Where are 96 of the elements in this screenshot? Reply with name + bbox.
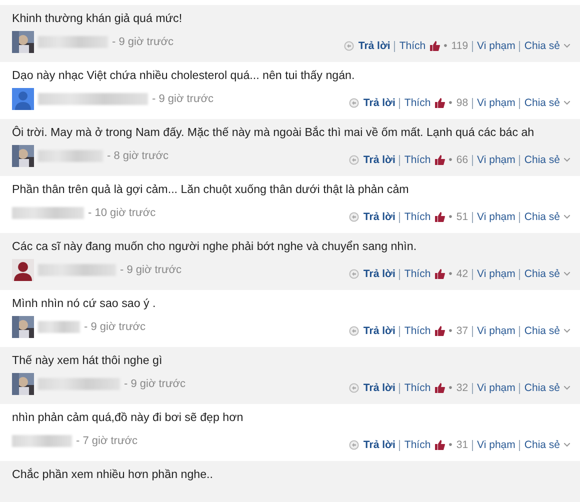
like-link[interactable]: Thích <box>404 325 431 337</box>
comment-text: nhìn phản cảm quá,đồ này đi bơi sẽ đẹp hơn <box>12 410 244 426</box>
comment-text: Dạo này nhạc Việt chứa nhiều cholesterol quá... nên tui thấy ngán. <box>12 68 355 84</box>
reply-link[interactable]: Trả lời <box>363 97 396 109</box>
reply-icon <box>349 269 360 279</box>
share-link[interactable]: Chia sẻ <box>524 40 560 52</box>
report-link[interactable]: Vi phạm <box>477 97 516 109</box>
chevron-down-icon <box>564 44 570 48</box>
comment-time: - 9 giờ trước <box>124 378 186 390</box>
blurred-name <box>38 321 80 333</box>
dot-separator: • <box>448 325 452 337</box>
comment-time: - 9 giờ trước <box>84 321 146 333</box>
like-link[interactable]: Thích <box>404 439 431 451</box>
like-count: 37 <box>456 325 468 337</box>
chevron-down-icon <box>564 215 570 219</box>
dot-separator: • <box>448 211 452 223</box>
comment-text: Ôi trời. May mà ở trong Nam đấy. Mặc thế này mà ngoài Bắc thì mai về ốm mất. Lạnh quá các bác ah <box>12 125 534 141</box>
like-count: 66 <box>456 154 468 166</box>
dot-separator: • <box>448 154 452 166</box>
reply-link[interactable]: Trả lời <box>363 268 396 280</box>
comment-text: Thế này xem hát thôi nghe gì <box>12 353 162 369</box>
reply-link[interactable]: Trả lời <box>363 382 396 394</box>
blurred-name <box>38 150 103 162</box>
like-link[interactable]: Thích <box>399 40 426 52</box>
share-link[interactable]: Chia sẻ <box>524 211 560 223</box>
dot-separator: • <box>448 97 452 109</box>
reply-icon <box>344 41 354 51</box>
share-link[interactable]: Chia sẻ <box>524 268 560 280</box>
chevron-down-icon <box>564 443 570 447</box>
thumbs-up-icon <box>434 98 445 108</box>
dot-separator: • <box>448 439 452 451</box>
thumbs-up-icon <box>430 41 440 51</box>
chevron-down-icon <box>564 329 570 333</box>
report-link[interactable]: Vi phạm <box>477 382 516 394</box>
share-link[interactable]: Chia sẻ <box>524 325 560 337</box>
dot-separator: • <box>448 268 452 280</box>
dot-separator: • <box>448 382 452 394</box>
like-link[interactable]: Thích <box>404 154 431 166</box>
report-link[interactable]: Vi phạm <box>477 211 516 223</box>
blurred-name <box>38 36 108 48</box>
thumbs-up-icon <box>434 440 445 450</box>
comment-time: - 7 giờ trước <box>76 435 138 447</box>
like-link[interactable]: Thích <box>404 211 431 223</box>
reply-icon <box>349 383 360 393</box>
comment-text: Mình nhìn nó cứ sao sao ý . <box>12 296 156 312</box>
comment-time: - 9 giờ trước <box>112 36 174 48</box>
reply-link[interactable]: Trả lời <box>363 325 396 337</box>
comment-text: Khinh thường khán giả quá mức! <box>12 11 182 27</box>
comment-time: - 9 giờ trước <box>120 264 182 276</box>
comment-time: - 8 giờ trước <box>107 150 169 162</box>
blurred-name <box>12 207 84 219</box>
reply-link[interactable]: Trả lời <box>358 40 390 52</box>
report-link[interactable]: Vi phạm <box>477 40 516 52</box>
blurred-name <box>12 435 72 447</box>
thumbs-up-icon <box>434 383 445 393</box>
reply-link[interactable]: Trả lời <box>363 154 396 166</box>
like-count: 51 <box>456 211 468 223</box>
like-count: 32 <box>456 382 468 394</box>
like-link[interactable]: Thích <box>404 268 431 280</box>
like-count: 31 <box>456 439 468 451</box>
comment-text: Chắc phần xem nhiều hơn phần nghe.. <box>12 467 213 483</box>
like-link[interactable]: Thích <box>404 97 431 109</box>
like-link[interactable]: Thích <box>404 382 431 394</box>
comment-time: - 10 giờ trước <box>88 207 156 219</box>
share-link[interactable]: Chia sẻ <box>524 154 560 166</box>
avatar-icon <box>12 88 34 110</box>
thumbs-up-icon <box>434 212 445 222</box>
reply-icon <box>349 212 360 222</box>
comment-text: Các ca sĩ này đang muốn cho người nghe phải bớt nghe và chuyển sang nhìn. <box>12 239 417 255</box>
avatar-icon <box>12 259 34 281</box>
reply-link[interactable]: Trả lời <box>363 211 396 223</box>
share-link[interactable]: Chia sẻ <box>524 97 560 109</box>
reply-icon <box>349 155 360 165</box>
report-link[interactable]: Vi phạm <box>477 325 516 337</box>
reply-icon <box>349 98 360 108</box>
report-link[interactable]: Vi phạm <box>477 439 516 451</box>
chevron-down-icon <box>564 158 570 162</box>
comment-text: Phần thân trên quả là gợi cảm... Lăn chuột xuống thân dưới thật là phản cảm <box>12 182 409 198</box>
chevron-down-icon <box>564 101 570 105</box>
thumbs-up-icon <box>434 269 445 279</box>
share-link[interactable]: Chia sẻ <box>524 382 560 394</box>
report-link[interactable]: Vi phạm <box>477 268 516 280</box>
reply-link[interactable]: Trả lời <box>363 439 396 451</box>
chevron-down-icon <box>564 272 570 276</box>
comment-time: - 9 giờ trước <box>152 93 214 105</box>
report-link[interactable]: Vi phạm <box>477 154 516 166</box>
thumbs-up-icon <box>434 155 445 165</box>
reply-icon <box>349 440 360 450</box>
dot-separator: • <box>444 40 448 52</box>
chevron-down-icon <box>564 386 570 390</box>
like-count: 98 <box>456 97 468 109</box>
like-count: 42 <box>456 268 468 280</box>
share-link[interactable]: Chia sẻ <box>524 439 560 451</box>
like-count: 119 <box>451 40 468 52</box>
thumbs-up-icon <box>434 326 445 336</box>
reply-icon <box>349 326 360 336</box>
